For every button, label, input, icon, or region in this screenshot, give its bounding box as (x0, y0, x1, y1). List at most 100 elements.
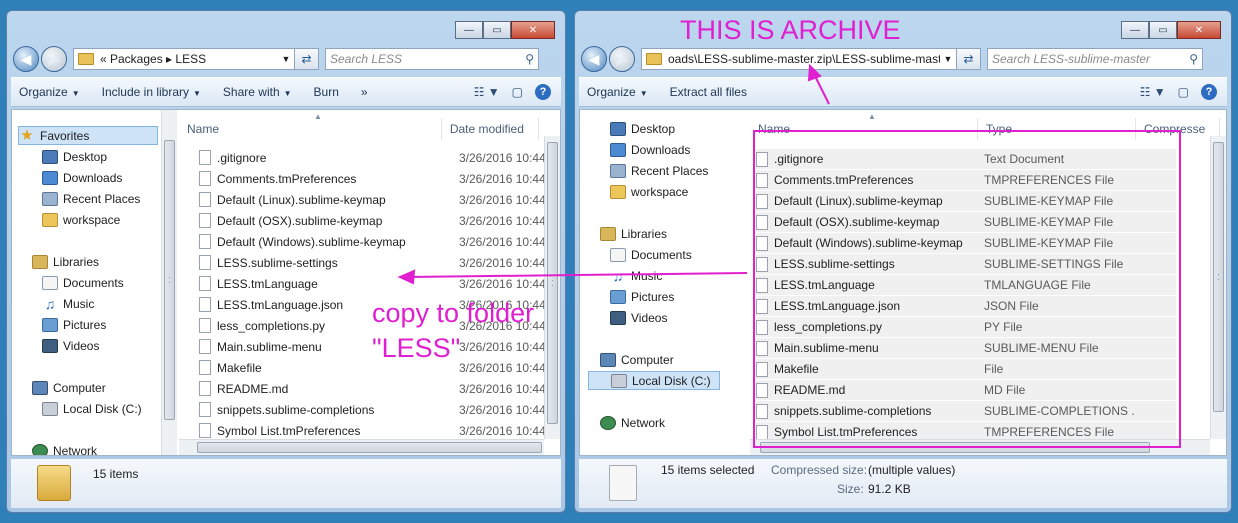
disk-icon (611, 373, 627, 388)
nav-videos[interactable]: Videos (42, 336, 99, 355)
scrollbar-thumb[interactable] (547, 142, 558, 424)
table-row[interactable]: README.md 3/26/2016 10:44 A (199, 378, 556, 399)
nav-scrollbar[interactable] (161, 110, 177, 455)
nav-music[interactable]: ♫ Music (610, 266, 663, 285)
folder-icon (78, 53, 94, 65)
nav-network[interactable]: Network (600, 413, 665, 432)
column-headers: Name Date modified (179, 118, 539, 140)
computer-icon (32, 380, 48, 395)
file-icon (199, 339, 211, 354)
nav-computer[interactable]: Computer (32, 378, 106, 397)
file-icon (199, 297, 211, 312)
nav-local-disk[interactable]: Local Disk (C:) (588, 371, 720, 390)
nav-recent-places[interactable]: Recent Places (610, 161, 708, 180)
forward-button[interactable]: ▶ (609, 46, 635, 72)
scrollbar-thumb[interactable] (1213, 142, 1224, 412)
table-row[interactable]: Comments.tmPreferences 3/26/2016 10:44 A (199, 168, 556, 189)
nav-local-disk[interactable]: Local Disk (C:) (42, 399, 142, 418)
column-name[interactable]: Name (179, 118, 442, 140)
more-commands-button[interactable]: » (361, 85, 368, 99)
nav-workspace[interactable]: workspace (42, 210, 120, 229)
table-row[interactable]: Symbol List.tmPreferences 3/26/2016 10:44… (199, 420, 556, 441)
minimize-button[interactable]: — (1121, 21, 1149, 39)
back-button[interactable]: ◀ (13, 46, 39, 72)
folder-icon (610, 184, 626, 199)
close-button[interactable]: ✕ (1177, 21, 1221, 39)
forward-button[interactable]: ▶ (41, 46, 67, 72)
maximize-button[interactable]: ▭ (483, 21, 511, 39)
nav-downloads[interactable]: Downloads (42, 168, 122, 187)
item-count: 15 items (93, 467, 139, 481)
refresh-button[interactable]: ⇄ (957, 48, 981, 70)
nav-downloads[interactable]: Downloads (610, 140, 690, 159)
minimize-button[interactable]: — (455, 21, 483, 39)
burn-button[interactable]: Burn (314, 85, 339, 99)
nav-workspace[interactable]: workspace (610, 182, 688, 201)
address-bar[interactable]: oads\LESS-sublime-master.zip\LESS-sublim… (641, 48, 957, 70)
address-bar[interactable]: « Packages ▸ LESS ▼ (73, 48, 295, 70)
preview-pane-icon[interactable]: ▢ (1178, 85, 1189, 99)
command-bar: Organize ▼ Include in library ▼ Share with… (11, 77, 561, 107)
extract-all-files-button[interactable]: Extract all files (670, 85, 747, 99)
file-list-scrollbar[interactable] (1210, 136, 1226, 439)
file-icon (199, 381, 211, 396)
table-row[interactable]: Default (Windows).sublime-keymap 3/26/201… (199, 231, 556, 252)
nav-libraries[interactable]: Libraries (600, 224, 667, 243)
nav-pictures[interactable]: Pictures (610, 287, 674, 306)
hscrollbar-thumb[interactable] (197, 442, 542, 453)
network-icon (600, 415, 616, 430)
table-row[interactable]: Default (OSX).sublime-keymap 3/26/2016 10… (199, 210, 556, 231)
nav-recent-places[interactable]: Recent Places (42, 189, 140, 208)
nav-documents[interactable]: Documents (42, 273, 124, 292)
table-row[interactable]: Main.sublime-menu 3/26/2016 10:44 A (199, 336, 556, 357)
music-icon: ♫ (44, 295, 56, 312)
nav-computer[interactable]: Computer (600, 350, 674, 369)
view-options-icon[interactable]: ☷ ▼ (1140, 85, 1166, 99)
address-path: « Packages ▸ LESS (100, 52, 207, 66)
nav-desktop[interactable]: Desktop (42, 147, 107, 166)
file-list-scrollbar[interactable] (544, 136, 560, 439)
nav-network[interactable]: Network (32, 441, 97, 455)
close-button[interactable]: ✕ (511, 21, 555, 39)
file-name: LESS.tmLanguage (217, 276, 318, 291)
organize-button[interactable]: Organize ▼ (19, 85, 80, 99)
file-name: Default (OSX).sublime-keymap (217, 213, 383, 228)
table-row[interactable]: Default (Linux).sublime-keymap 3/26/2016 … (199, 189, 556, 210)
help-icon[interactable]: ? (1201, 84, 1217, 100)
chevron-down-icon[interactable]: ▼ (278, 54, 294, 64)
nav-documents[interactable]: Documents (610, 245, 692, 264)
search-input[interactable]: Search LESS-sublime-master ⚲ (987, 48, 1203, 70)
table-row[interactable]: LESS.sublime-settings 3/26/2016 10:44 A (199, 252, 556, 273)
back-button[interactable]: ◀ (581, 46, 607, 72)
include-in-library-button[interactable]: Include in library ▼ (102, 85, 201, 99)
desktop-icon (610, 121, 626, 136)
maximize-button[interactable]: ▭ (1149, 21, 1177, 39)
command-bar: Organize ▼ Extract all files ☷ ▼ ▢ ? (579, 77, 1227, 107)
preview-pane-icon[interactable]: ▢ (512, 85, 523, 99)
nav-desktop[interactable]: Desktop (610, 119, 675, 138)
table-row[interactable]: LESS.tmLanguage 3/26/2016 10:44 A (199, 273, 556, 294)
libraries-icon (600, 226, 616, 241)
nav-pictures[interactable]: Pictures (42, 315, 106, 334)
nav-libraries[interactable]: Libraries (32, 252, 99, 271)
table-row[interactable]: .gitignore 3/26/2016 10:44 A (199, 147, 556, 168)
help-icon[interactable]: ? (535, 84, 551, 100)
column-date-modified[interactable]: Date modified (442, 118, 539, 140)
search-input[interactable]: Search LESS ⚲ (325, 48, 539, 70)
nav-favorites[interactable]: ★ Favorites (18, 126, 158, 145)
view-options-icon[interactable]: ☷ ▼ (474, 85, 500, 99)
copy-annotation-line1: copy to folder (372, 298, 535, 328)
chevron-down-icon[interactable]: ▼ (940, 54, 956, 64)
file-icon (199, 150, 211, 165)
organize-button[interactable]: Organize ▼ (587, 85, 648, 99)
selection-count: 15 items selected (661, 463, 755, 477)
nav-videos[interactable]: Videos (610, 308, 667, 327)
search-placeholder: Search LESS-sublime-master (992, 52, 1151, 66)
table-row[interactable]: snippets.sublime-completions 3/26/2016 10… (199, 399, 556, 420)
share-with-button[interactable]: Share with ▼ (223, 85, 292, 99)
nav-music[interactable]: ♫ Music (42, 294, 95, 313)
scrollbar-thumb[interactable] (164, 140, 175, 420)
refresh-button[interactable]: ⇄ (295, 48, 319, 70)
table-row[interactable]: Makefile 3/26/2016 10:44 A (199, 357, 556, 378)
file-list-hscrollbar[interactable] (179, 439, 544, 455)
